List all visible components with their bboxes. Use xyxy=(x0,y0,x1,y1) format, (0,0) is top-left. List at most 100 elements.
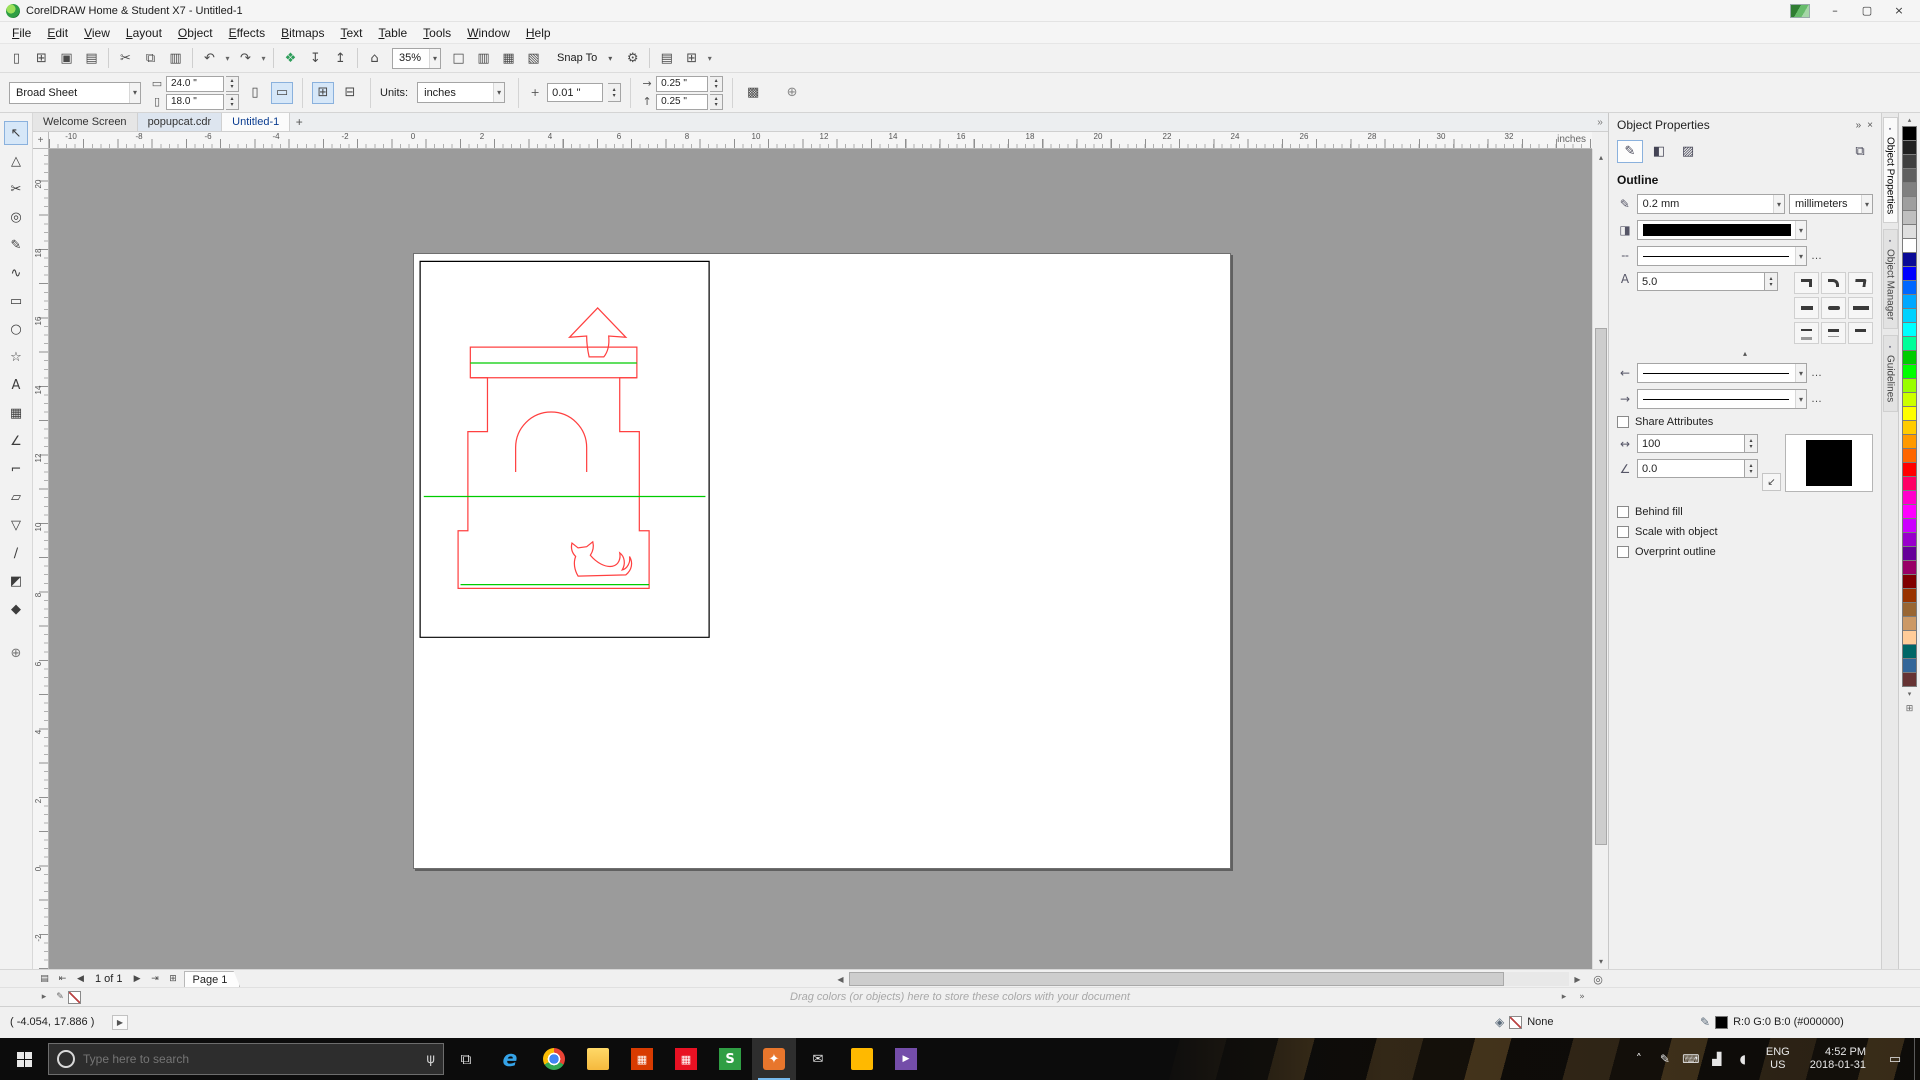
interactive-fill-tool[interactable]: ◩ xyxy=(4,569,28,593)
last-page-button[interactable]: ⇥ xyxy=(148,972,163,987)
crop-tool[interactable]: ✂ xyxy=(4,177,28,201)
behind-fill-checkbox[interactable] xyxy=(1617,506,1629,518)
scroll-right-button[interactable]: ▶ xyxy=(1570,972,1585,986)
docker-collapse-button[interactable]: » xyxy=(1856,120,1862,131)
duplicate-distance-y-field[interactable]: 0.25 " xyxy=(656,94,708,110)
end-arrowhead-options-button[interactable]: … xyxy=(1811,390,1831,408)
full-screen-preview-button[interactable]: □ xyxy=(446,46,471,70)
palette-color-swatch[interactable] xyxy=(1902,560,1917,575)
palette-color-swatch[interactable] xyxy=(1902,154,1917,169)
separator[interactable] xyxy=(269,47,278,69)
zoom-tool-button[interactable]: ◎ xyxy=(1590,971,1606,987)
palette-color-swatch[interactable] xyxy=(1902,126,1917,141)
corner-bevel-button[interactable] xyxy=(1848,272,1873,294)
line-cap-flat-button[interactable] xyxy=(1794,297,1819,319)
scroll-left-button[interactable]: ◀ xyxy=(833,972,848,986)
nudge-distance-spinner[interactable]: ▴▾ xyxy=(608,83,621,102)
miter-limit-field[interactable]: 5.0 xyxy=(1637,272,1765,291)
document-page[interactable] xyxy=(413,253,1231,869)
palette-color-swatch[interactable] xyxy=(1902,378,1917,393)
outline-style-dropdown[interactable]: ▾ xyxy=(1637,246,1807,266)
restore-button[interactable]: ▢ xyxy=(1852,2,1882,20)
portrait-orientation-button[interactable]: ▯ xyxy=(244,82,266,104)
separator[interactable] xyxy=(188,47,197,69)
close-button[interactable]: × xyxy=(1884,2,1914,20)
units-combobox[interactable]: inches ▾ xyxy=(417,82,505,103)
polygon-tool[interactable]: ☆ xyxy=(4,345,28,369)
tray-network-icon[interactable]: ▟ xyxy=(1704,1038,1730,1080)
palette-color-swatch[interactable] xyxy=(1902,644,1917,659)
taskbar-coreldraw[interactable]: ✦ xyxy=(752,1038,796,1080)
all-pages-button[interactable]: ⊞ xyxy=(312,82,334,104)
end-arrowhead-dropdown[interactable]: ▾ xyxy=(1637,389,1807,409)
freehand-tool[interactable]: ✎ xyxy=(4,233,28,257)
palette-color-swatch[interactable] xyxy=(1902,532,1917,547)
palette-color-swatch[interactable] xyxy=(1902,336,1917,351)
menu-table[interactable]: Table xyxy=(370,24,415,42)
vertical-scrollbar[interactable]: ▴ ▾ xyxy=(1592,149,1608,969)
duplicate-distance-x-spinner[interactable]: ▴▾ xyxy=(710,76,723,92)
section-expander-button[interactable]: ▴ xyxy=(1609,347,1881,360)
menu-window[interactable]: Window xyxy=(459,24,518,42)
separator[interactable] xyxy=(353,47,362,69)
microphone-icon[interactable]: ψ xyxy=(426,1052,435,1067)
palette-color-swatch[interactable] xyxy=(1902,238,1917,253)
connector-tool[interactable]: ⌐ xyxy=(4,457,28,481)
customize-tools-button[interactable]: ⊕ xyxy=(4,641,28,665)
new-document-button[interactable]: ▯ xyxy=(4,46,29,70)
task-view-button[interactable]: ⧉ xyxy=(444,1038,488,1080)
palette-color-swatch[interactable] xyxy=(1902,574,1917,589)
palette-color-swatch[interactable] xyxy=(1902,392,1917,407)
current-page-button[interactable]: ⊟ xyxy=(339,82,361,104)
castle-arrow-cut[interactable] xyxy=(570,308,626,357)
separator[interactable] xyxy=(104,47,113,69)
color-eyedropper-tool[interactable]: ∕ xyxy=(4,541,28,565)
castle-cut-outline[interactable] xyxy=(458,347,649,588)
application-launcher-dropdown[interactable]: ▾ xyxy=(704,46,715,70)
palette-color-swatch[interactable] xyxy=(1902,364,1917,379)
outline-style-settings-button[interactable]: … xyxy=(1811,247,1831,265)
snap-to-dropdown[interactable]: Snap To ▾ xyxy=(551,48,615,69)
docker-tab-object-manager[interactable]: ▪ Object Manager xyxy=(1883,229,1898,329)
tray-hidden-icons[interactable]: ˄ xyxy=(1626,1038,1652,1080)
palette-color-swatch[interactable] xyxy=(1902,252,1917,267)
line-cap-round-button[interactable] xyxy=(1821,297,1846,319)
redo-dropdown[interactable]: ▾ xyxy=(258,46,269,70)
save-button[interactable]: ▣ xyxy=(54,46,79,70)
palette-color-swatch[interactable] xyxy=(1902,546,1917,561)
palette-color-swatch[interactable] xyxy=(1902,294,1917,309)
start-button[interactable] xyxy=(0,1038,48,1080)
welcome-screen-button[interactable]: ⌂ xyxy=(362,46,387,70)
docker-close-button[interactable]: × xyxy=(1867,120,1873,131)
outline-units-combobox[interactable]: millimeters ▾ xyxy=(1789,194,1873,214)
menu-view[interactable]: View xyxy=(76,24,118,42)
tab-popupcat-cdr[interactable]: popupcat.cdr xyxy=(138,113,223,131)
taskbar-store[interactable]: ▦ xyxy=(620,1038,664,1080)
outline-properties-tab[interactable]: ✎ xyxy=(1617,140,1643,163)
copy-button[interactable]: ⧉ xyxy=(138,46,163,70)
calligraphy-stretch-field[interactable]: 100 xyxy=(1637,434,1745,453)
docker-tab-guidelines[interactable]: ▪ Guidelines xyxy=(1883,335,1898,411)
share-attributes-checkbox[interactable] xyxy=(1617,416,1629,428)
minimize-button[interactable]: – xyxy=(1820,2,1850,20)
page-1-tab[interactable]: Page 1 xyxy=(184,971,241,988)
drop-shadow-tool[interactable]: ▱ xyxy=(4,485,28,509)
titlebar-badge-icon[interactable] xyxy=(1790,4,1810,18)
page-height-spinner[interactable]: ▴▾ xyxy=(226,94,239,110)
horizontal-scrollbar[interactable] xyxy=(849,972,1569,986)
text-tool[interactable]: A xyxy=(4,373,28,397)
corner-round-button[interactable] xyxy=(1821,272,1846,294)
cat-cut-outline[interactable] xyxy=(572,542,632,576)
show-desktop-button[interactable] xyxy=(1914,1038,1920,1080)
zoom-tool[interactable]: ◎ xyxy=(4,205,28,229)
palette-color-swatch[interactable] xyxy=(1902,434,1917,449)
menu-help[interactable]: Help xyxy=(518,24,559,42)
palette-color-swatch[interactable] xyxy=(1902,630,1917,645)
zoom-level-combobox[interactable]: 35% ▾ xyxy=(392,48,441,69)
docker-tab-object-properties[interactable]: ▪ Object Properties xyxy=(1883,117,1898,223)
tray-volume-icon[interactable]: ◖ xyxy=(1730,1038,1756,1080)
corner-miter-button[interactable] xyxy=(1794,272,1819,294)
show-guidelines-button[interactable]: ▧ xyxy=(521,46,546,70)
drawing-canvas[interactable] xyxy=(49,149,1592,969)
palette-color-swatch[interactable] xyxy=(1902,658,1917,673)
